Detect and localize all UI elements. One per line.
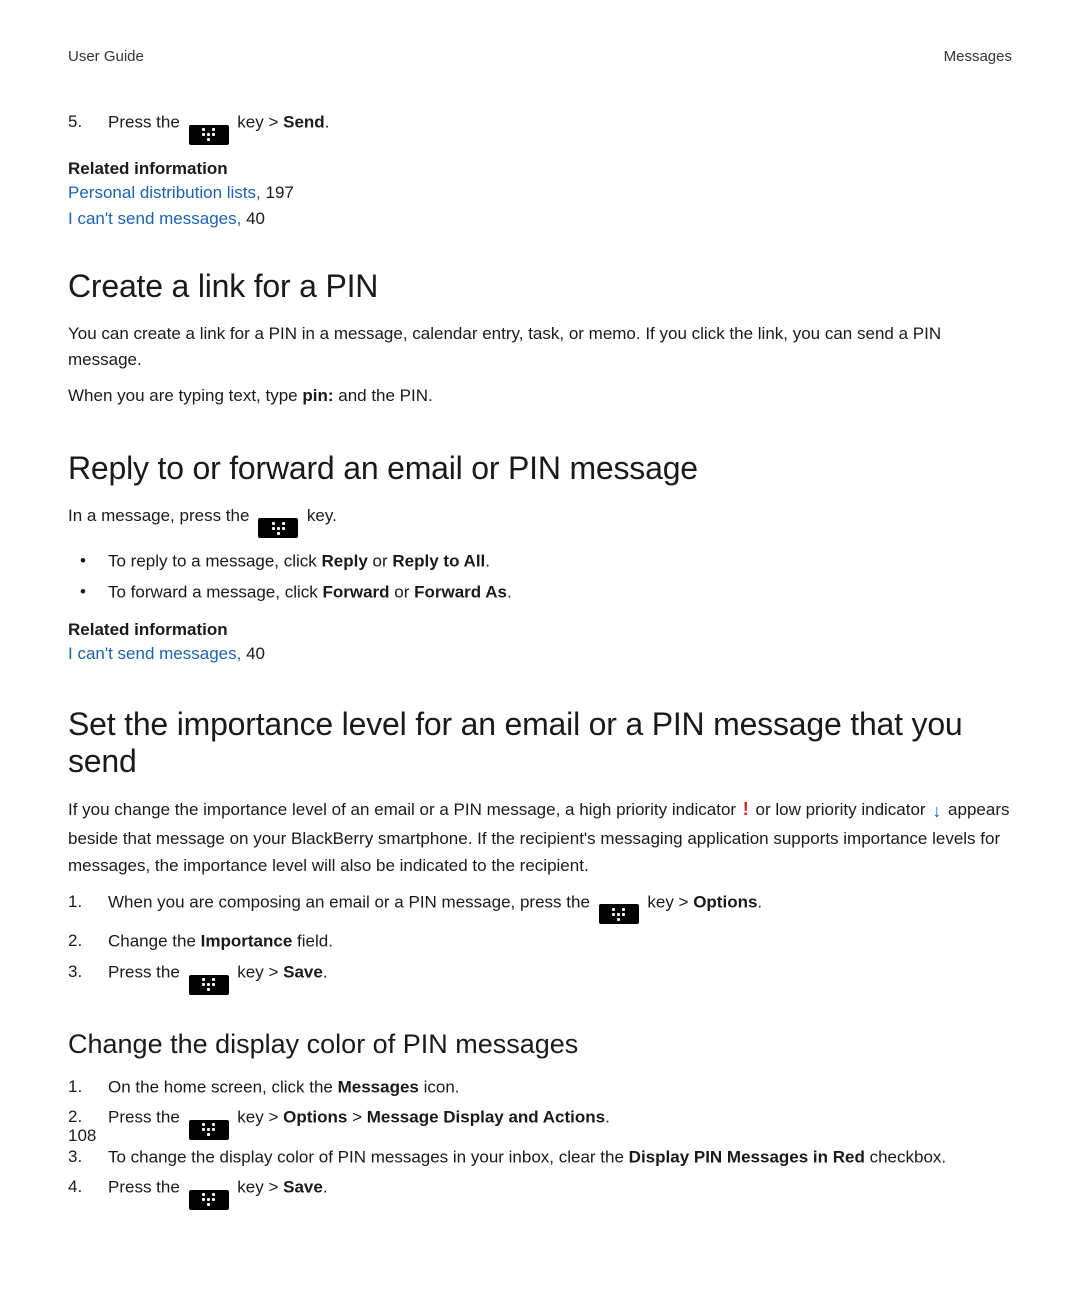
paragraph: In a message, press the key. xyxy=(68,503,1012,539)
page-number: 108 xyxy=(68,1126,96,1146)
step-number: 4. xyxy=(68,1174,108,1200)
step-text: Press the key > Save. xyxy=(108,1174,1012,1210)
low-priority-icon: ↓ xyxy=(932,798,941,826)
menu-key-icon xyxy=(599,904,639,924)
runhead-left: User Guide xyxy=(68,48,144,65)
bullet-icon: • xyxy=(68,548,108,574)
heading-set-importance: Set the importance level for an email or… xyxy=(68,706,1012,780)
list-item-text: To reply to a message, click Reply or Re… xyxy=(108,548,1012,575)
steps-display-color: 1. On the home screen, click the Message… xyxy=(68,1074,1012,1210)
steps-importance: 1. When you are composing an email or a … xyxy=(68,889,1012,995)
step-text: When you are composing an email or a PIN… xyxy=(108,889,1012,925)
list-item-text: To forward a message, click Forward or F… xyxy=(108,579,1012,606)
bullet-icon: • xyxy=(68,579,108,605)
menu-key-icon xyxy=(258,518,298,538)
step-text: Change the Importance field. xyxy=(108,928,1012,955)
step-number: 2. xyxy=(68,928,108,954)
menu-key-icon xyxy=(189,1190,229,1210)
list-item: 5. Press the key > Send. xyxy=(68,109,1012,145)
paragraph: If you change the importance level of an… xyxy=(68,796,1012,879)
list-item: 1. On the home screen, click the Message… xyxy=(68,1074,1012,1101)
step-text: On the home screen, click the Messages i… xyxy=(108,1074,1012,1101)
bullet-list: • To reply to a message, click Reply or … xyxy=(68,548,1012,605)
link-personal-distribution-lists[interactable]: Personal distribution lists, xyxy=(68,183,261,202)
list-item: • To reply to a message, click Reply or … xyxy=(68,548,1012,575)
heading-change-display-color: Change the display color of PIN messages xyxy=(68,1029,1012,1060)
list-item: 1. When you are composing an email or a … xyxy=(68,889,1012,925)
page: User Guide Messages 5. Press the key > S… xyxy=(0,0,1080,1296)
heading-reply-forward: Reply to or forward an email or PIN mess… xyxy=(68,450,1012,487)
related-link-row: I can't send messages, 40 xyxy=(68,207,1012,232)
related-info-heading: Related information xyxy=(68,159,1012,179)
list-item: 2. Change the Importance field. xyxy=(68,928,1012,955)
step-text: Press the key > Options > Message Displa… xyxy=(108,1104,1012,1140)
step-number: 3. xyxy=(68,1144,108,1170)
related-link-row: Personal distribution lists, 197 xyxy=(68,181,1012,206)
menu-key-icon xyxy=(189,975,229,995)
list-item: • To forward a message, click Forward or… xyxy=(68,579,1012,606)
menu-key-icon xyxy=(189,1120,229,1140)
step-number: 3. xyxy=(68,959,108,985)
step-number: 1. xyxy=(68,1074,108,1100)
menu-key-icon xyxy=(189,125,229,145)
link-cant-send-messages[interactable]: I can't send messages, xyxy=(68,209,241,228)
list-item: 3. To change the display color of PIN me… xyxy=(68,1144,1012,1171)
related-link-row: I can't send messages, 40 xyxy=(68,642,1012,667)
step-number: 5. xyxy=(68,109,108,135)
step-text: Press the key > Save. xyxy=(108,959,1012,995)
paragraph: You can create a link for a PIN in a mes… xyxy=(68,321,1012,374)
paragraph: When you are typing text, type pin: and … xyxy=(68,383,1012,409)
list-item: 3. Press the key > Save. xyxy=(68,959,1012,995)
step-text: To change the display color of PIN messa… xyxy=(108,1144,1012,1171)
related-info-heading: Related information xyxy=(68,620,1012,640)
link-cant-send-messages[interactable]: I can't send messages, xyxy=(68,644,241,663)
step-number: 1. xyxy=(68,889,108,915)
intro-steps: 5. Press the key > Send. xyxy=(68,109,1012,145)
running-head: User Guide Messages xyxy=(68,48,1012,65)
heading-create-link-pin: Create a link for a PIN xyxy=(68,268,1012,305)
list-item: 4. Press the key > Save. xyxy=(68,1174,1012,1210)
step-text: Press the key > Send. xyxy=(108,109,1012,145)
list-item: 2. Press the key > Options > Message Dis… xyxy=(68,1104,1012,1140)
high-priority-icon: ! xyxy=(743,796,749,824)
runhead-right: Messages xyxy=(944,48,1012,65)
